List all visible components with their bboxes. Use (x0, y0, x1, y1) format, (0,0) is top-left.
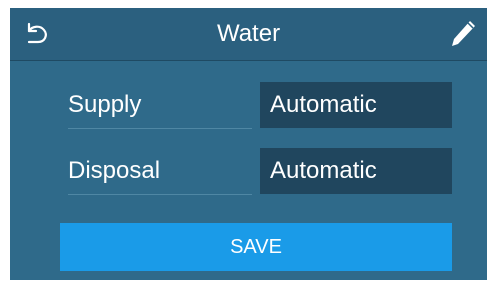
back-button[interactable] (24, 20, 52, 48)
supply-label: Supply (68, 82, 252, 129)
disposal-value-field[interactable]: Automatic (260, 148, 452, 194)
water-settings-screen: Water Supply Automatic Disposal Automati… (10, 8, 487, 280)
back-arrow-icon (27, 22, 47, 44)
pencil-icon (452, 21, 475, 46)
save-button[interactable]: SAVE (60, 223, 452, 271)
edit-button[interactable] (448, 18, 478, 50)
page-title: Water (216, 20, 281, 47)
supply-value-field[interactable]: Automatic (260, 82, 452, 128)
disposal-label: Disposal (68, 148, 252, 195)
header-bar: Water (10, 8, 487, 61)
